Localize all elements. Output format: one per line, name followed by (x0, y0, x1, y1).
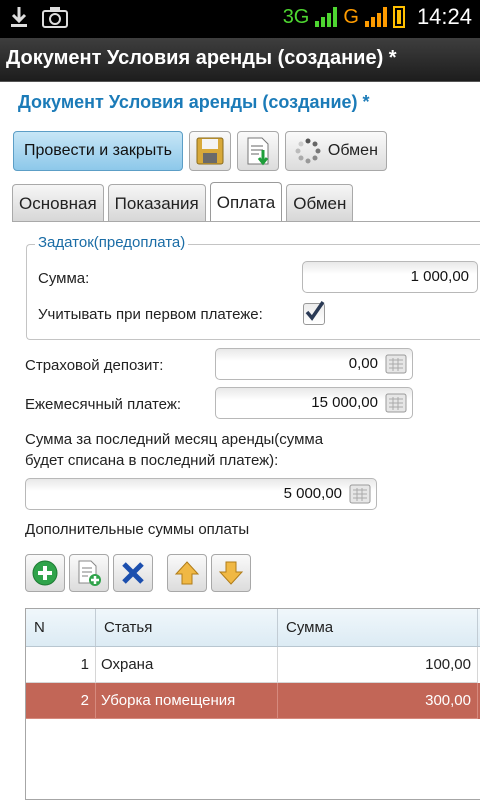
column-header-sum[interactable]: Сумма (278, 609, 478, 646)
first-payment-checkbox[interactable] (303, 301, 325, 325)
additional-payments-table: N Статья Сумма 1 Охрана 100,00 2 Уборка … (25, 608, 480, 800)
clock: 14:24 (416, 4, 472, 29)
column-header-item[interactable]: Статья (96, 609, 278, 646)
row-number: 1 (26, 647, 96, 683)
copy-row-button[interactable] (69, 554, 109, 592)
form-content: Документ Условия аренды (создание) * Про… (0, 82, 480, 800)
table-row-selected[interactable]: 2 Уборка помещения 300,00 (26, 683, 480, 719)
last-month-label-line1: Сумма за последний месяц аренды(сумма (25, 431, 324, 448)
table-header: N Статья Сумма (26, 609, 480, 647)
delete-x-icon (122, 562, 144, 584)
deposit-group-legend: Задаток(предоплата) (35, 234, 189, 251)
arrow-up-icon (174, 561, 200, 585)
row-sum: 300,00 (278, 683, 478, 719)
deposit-amount-field[interactable]: 1 000,00 (302, 261, 478, 293)
battery-icon (392, 6, 405, 28)
tab-readings[interactable]: Показания (107, 184, 206, 222)
exchange-label: Обмен (327, 142, 378, 159)
add-document-icon (78, 560, 101, 586)
spinner-icon (295, 138, 321, 164)
last-month-label-line2: будет списана в последний платеж): (25, 452, 279, 469)
save-document-button[interactable] (236, 131, 279, 171)
move-up-button[interactable] (167, 554, 207, 592)
row-item: Охрана (96, 647, 278, 683)
document-arrow-icon (247, 137, 269, 166)
insurance-deposit-value: 0,00 (348, 355, 378, 372)
calculator-icon[interactable] (349, 484, 371, 504)
signal-icon (315, 7, 338, 27)
exchange-button[interactable]: Обмен (284, 131, 387, 171)
tab-main[interactable]: Основная (12, 184, 104, 222)
row-sum: 100,00 (278, 647, 478, 683)
tab-exchange[interactable]: Обмен (286, 184, 354, 222)
tab-payment[interactable]: Оплата (209, 182, 283, 222)
save-button[interactable] (188, 131, 231, 171)
table-row[interactable]: 1 Охрана 100,00 (26, 647, 480, 683)
add-row-button[interactable] (25, 554, 65, 592)
app-title-bar: Документ Условия аренды (создание) * (0, 38, 480, 82)
insurance-deposit-field[interactable]: 0,00 (215, 348, 413, 380)
network-g-label: G (343, 5, 359, 28)
page-title: Документ Условия аренды (создание) * (18, 92, 370, 112)
calculator-icon[interactable] (385, 393, 407, 413)
form-toolbar: Провести и закрыть Обмен (13, 131, 387, 171)
monthly-payment-field[interactable]: 15 000,00 (215, 387, 413, 419)
status-bar: 3G G 14:24 (0, 0, 480, 38)
arrow-down-icon (218, 561, 244, 585)
column-header-n[interactable]: N (26, 609, 96, 646)
insurance-deposit-label: Страховой депозит: (25, 357, 164, 374)
camera-icon (42, 7, 68, 28)
move-down-button[interactable] (211, 554, 251, 592)
save-icon (196, 137, 224, 165)
last-month-value: 5 000,00 (283, 485, 342, 502)
post-and-close-button[interactable]: Провести и закрыть (13, 131, 183, 171)
delete-row-button[interactable] (113, 554, 153, 592)
deposit-amount-label: Сумма: (38, 270, 90, 287)
monthly-payment-label: Ежемесячный платеж: (25, 396, 182, 413)
download-icon (11, 7, 27, 27)
plus-circle-icon (32, 560, 58, 586)
calculator-icon[interactable] (385, 354, 407, 374)
tab-bar: Основная Показания Оплата Обмен (12, 182, 354, 222)
tab-divider (12, 221, 480, 222)
row-number: 2 (26, 683, 96, 719)
signal-icon (364, 7, 387, 27)
network-3g-label: 3G (282, 5, 310, 28)
first-payment-label: Учитывать при первом платеже: (38, 306, 263, 323)
monthly-payment-value: 15 000,00 (311, 394, 378, 411)
row-item: Уборка помещения (96, 683, 278, 719)
additional-payments-label: Дополнительные суммы оплаты (25, 521, 250, 538)
checkmark-icon (305, 301, 325, 321)
app-title: Документ Условия аренды (создание) * (6, 47, 397, 69)
last-month-field[interactable]: 5 000,00 (25, 478, 377, 510)
grid-toolbar (25, 554, 251, 592)
